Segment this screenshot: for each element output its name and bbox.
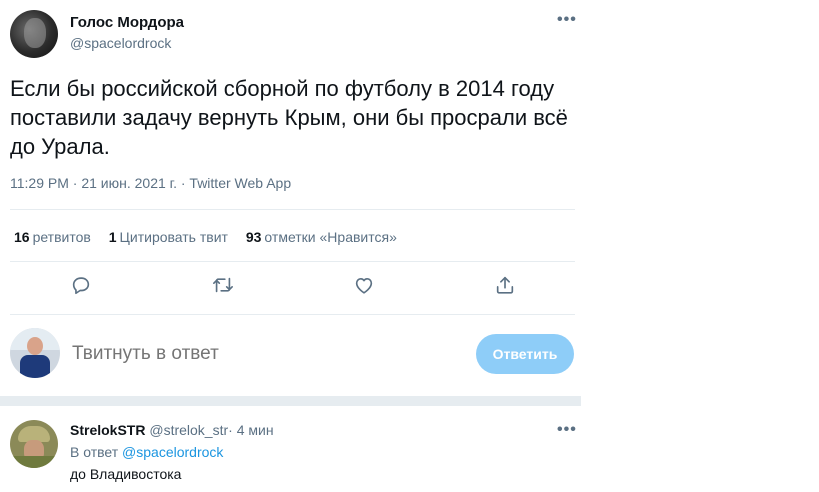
reply-context-prefix: В ответ <box>70 444 119 460</box>
retweets-label: ретвитов <box>32 229 91 245</box>
reply-author-handle[interactable]: @strelok_str <box>149 422 228 438</box>
quotes-label: Цитировать твит <box>119 229 228 245</box>
quotes-stat[interactable]: 1 Цитировать твит <box>109 229 228 245</box>
retweet-icon[interactable] <box>212 274 236 298</box>
divider <box>10 314 575 315</box>
reply-context: В ответ @spacelordrock <box>70 444 223 460</box>
likes-stat[interactable]: 93 отметки «Нравится» <box>246 229 397 245</box>
tweet-stats: 16 ретвитов 1 Цитировать твит 93 отметки «Н… <box>14 229 411 245</box>
likes-count: 93 <box>245 229 262 245</box>
tweet-meta: 11:29 PM · 21 июн. 2021 г. · Twitter Web… <box>10 175 291 191</box>
meta-separator: · <box>72 175 78 191</box>
reply-time[interactable]: 4 мин <box>237 422 274 438</box>
tweet-text: Если бы российской сборной по футболу в … <box>10 76 568 159</box>
author-name[interactable]: Голос Мордора <box>70 14 184 31</box>
tweet-time[interactable]: 11:29 PM <box>10 175 69 191</box>
reply-input[interactable] <box>72 343 452 365</box>
tweet-date[interactable]: 21 июн. 2021 г. <box>81 175 177 191</box>
meta-separator: · <box>180 175 186 191</box>
reply-author-avatar[interactable] <box>10 420 58 468</box>
divider <box>10 209 575 210</box>
reply-author-name[interactable]: StrelokSTR <box>70 422 145 438</box>
author-avatar[interactable] <box>10 10 58 58</box>
section-separator <box>0 396 581 406</box>
tweet-source[interactable]: Twitter Web App <box>189 175 291 191</box>
retweets-stat[interactable]: 16 ретвитов <box>14 229 91 245</box>
reply-icon[interactable] <box>70 274 94 298</box>
author-handle[interactable]: @spacelordrock <box>70 35 171 51</box>
quotes-count: 1 <box>108 229 117 245</box>
retweets-count: 16 <box>14 229 30 245</box>
current-user-avatar[interactable] <box>10 328 60 378</box>
likes-label: отметки «Нравится» <box>264 229 397 245</box>
like-icon[interactable] <box>353 274 377 298</box>
reply-text: до Владивостока <box>70 466 182 482</box>
reply-button[interactable]: Ответить <box>476 334 574 374</box>
reply-more-options-icon[interactable]: ••• <box>557 421 577 439</box>
reply-separator: · <box>228 422 233 438</box>
reply-context-mention[interactable]: @spacelordrock <box>122 444 223 460</box>
more-options-icon[interactable]: ••• <box>557 11 577 29</box>
share-icon[interactable] <box>494 274 518 298</box>
reply-header: StrelokSTR @strelok_str· 4 мин <box>70 422 274 438</box>
divider <box>10 261 575 262</box>
